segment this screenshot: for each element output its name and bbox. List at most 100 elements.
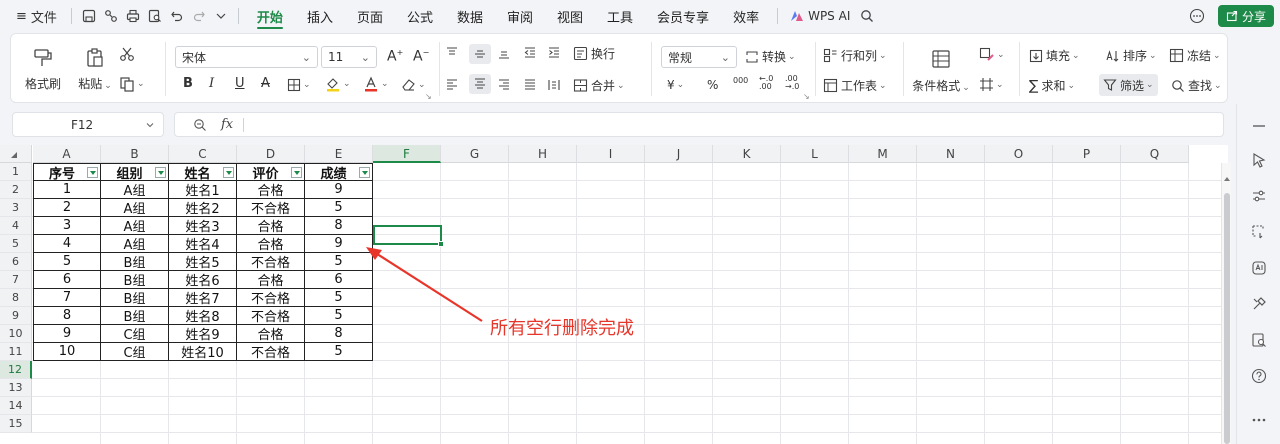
row-header-14[interactable]: 14 — [0, 397, 32, 415]
wrap-text-button[interactable]: 换行 — [573, 45, 615, 62]
table-header-cell[interactable]: 序号 — [33, 163, 101, 182]
table-cell[interactable]: B组 — [101, 271, 169, 289]
table-cell[interactable]: 姓名4 — [169, 235, 237, 253]
currency-button[interactable]: ¥ ⌄ — [667, 78, 684, 92]
spreadsheet-grid[interactable]: ABCDEFGHIJKLMNOPQ 1 2 3 4 5 6 7 8 9 10 11 12 13 14 15 … — [0, 145, 1228, 444]
align-right-button[interactable] — [497, 78, 511, 92]
name-box[interactable]: F12 — [12, 112, 164, 137]
table-cell[interactable]: B组 — [101, 307, 169, 325]
column-header-q[interactable]: Q — [1121, 145, 1189, 163]
table-cell[interactable]: 5 — [305, 343, 373, 361]
convert-button[interactable]: 转换 ⌄ — [745, 48, 796, 65]
scroll-up-icon[interactable] — [1223, 175, 1231, 183]
table-cell[interactable]: 4 — [33, 235, 101, 253]
font-dialog-launcher[interactable]: ↘ — [425, 92, 432, 101]
share-button[interactable]: 分享 — [1217, 5, 1274, 27]
filter-dropdown-icon[interactable] — [223, 167, 234, 178]
row-header-10[interactable]: 10 — [0, 325, 32, 343]
increase-font-button[interactable]: A+ — [387, 48, 403, 65]
table-cell[interactable]: 5 — [305, 199, 373, 217]
column-header-l[interactable]: L — [781, 145, 849, 163]
decrease-indent-button[interactable] — [523, 46, 537, 60]
percent-button[interactable]: % — [707, 78, 718, 92]
paste-button[interactable]: 粘贴 ⌄ — [73, 40, 117, 98]
pointer-icon[interactable] — [1247, 148, 1271, 172]
ai-assistant-icon[interactable] — [1247, 256, 1271, 280]
font-color-button[interactable]: ⌄ — [363, 76, 389, 92]
table-header-cell[interactable]: 评价 — [237, 163, 305, 182]
print-icon[interactable] — [122, 5, 144, 27]
table-cell[interactable]: 姓名3 — [169, 217, 237, 235]
column-header-c[interactable]: C — [169, 145, 237, 163]
distributed-button[interactable] — [547, 78, 561, 92]
tab-member[interactable]: 会员专享 — [645, 0, 721, 32]
merge-button[interactable]: 合并 ⌄ — [573, 77, 625, 94]
strikethrough-button[interactable]: A — [261, 76, 270, 91]
table-cell[interactable]: 不合格 — [237, 307, 305, 325]
table-cell[interactable]: 合格 — [237, 271, 305, 289]
column-header-e[interactable]: E — [305, 145, 373, 163]
column-header-f[interactable]: F — [373, 145, 441, 163]
redo-icon[interactable] — [188, 5, 210, 27]
fill-handle[interactable] — [438, 241, 444, 247]
table-cell[interactable]: 5 — [33, 253, 101, 271]
table-cell[interactable]: B组 — [101, 253, 169, 271]
underline-button[interactable]: U — [235, 76, 245, 91]
tab-review[interactable]: 审阅 — [495, 0, 545, 32]
align-center-button[interactable] — [469, 74, 491, 94]
table-cell[interactable]: 姓名9 — [169, 325, 237, 343]
row-header-11[interactable]: 11 — [0, 343, 32, 361]
table-cell[interactable]: 5 — [305, 289, 373, 307]
table-cell[interactable]: 5 — [305, 307, 373, 325]
table-cell[interactable]: C组 — [101, 343, 169, 361]
table-cell[interactable]: 姓名5 — [169, 253, 237, 271]
wps-ai-button[interactable]: WPS AI — [784, 0, 856, 32]
table-cell[interactable]: 合格 — [237, 217, 305, 235]
table-cell[interactable]: B组 — [101, 289, 169, 307]
print-preview-icon[interactable] — [144, 5, 166, 27]
table-cell[interactable]: 5 — [305, 253, 373, 271]
table-cell[interactable]: A组 — [101, 235, 169, 253]
table-cell[interactable]: 姓名7 — [169, 289, 237, 307]
worksheet-button[interactable]: 工作表 ⌄ — [823, 77, 887, 94]
share-link-icon[interactable] — [100, 5, 122, 27]
cut-button[interactable] — [119, 46, 135, 62]
table-cell[interactable]: 9 — [305, 235, 373, 253]
table-cell[interactable]: 合格 — [237, 235, 305, 253]
column-header-b[interactable]: B — [101, 145, 169, 163]
table-cell[interactable]: 合格 — [237, 181, 305, 199]
table-cell[interactable]: 姓名10 — [169, 343, 237, 361]
column-header-g[interactable]: G — [441, 145, 509, 163]
increase-indent-button[interactable] — [547, 46, 561, 60]
format-painter-button[interactable]: 格式刷 — [23, 40, 63, 98]
find-button[interactable]: 查找 ⌄ — [1171, 77, 1222, 94]
filter-button[interactable]: 筛选 ⌄ — [1099, 74, 1158, 96]
row-header-7[interactable]: 7 — [0, 271, 32, 289]
align-bottom-button[interactable] — [497, 46, 511, 60]
formula-input[interactable] — [252, 113, 1223, 136]
search-icon[interactable] — [856, 5, 878, 27]
tab-data[interactable]: 数据 — [445, 0, 495, 32]
table-header-cell[interactable]: 组别 — [101, 163, 169, 182]
select-all-corner[interactable] — [0, 145, 32, 163]
table-cell[interactable]: 不合格 — [237, 289, 305, 307]
book-search-icon[interactable] — [1247, 328, 1271, 352]
table-cell[interactable]: 6 — [305, 271, 373, 289]
table-cell[interactable]: 7 — [33, 289, 101, 307]
tab-tools[interactable]: 工具 — [595, 0, 645, 32]
table-cell[interactable]: A组 — [101, 181, 169, 199]
tab-formula[interactable]: 公式 — [395, 0, 445, 32]
tools-icon[interactable] — [1247, 292, 1271, 316]
tab-efficiency[interactable]: 效率 — [721, 0, 771, 32]
number-format-select[interactable]: 常规 ⌄ — [661, 46, 737, 68]
row-header-3[interactable]: 3 — [0, 199, 32, 217]
column-header-j[interactable]: J — [645, 145, 713, 163]
table-cell[interactable]: 姓名8 — [169, 307, 237, 325]
increase-decimal-button[interactable]: ←.0 .00 — [759, 75, 773, 91]
column-header-p[interactable]: P — [1053, 145, 1121, 163]
table-cell[interactable]: C组 — [101, 325, 169, 343]
filter-dropdown-icon[interactable] — [155, 167, 166, 178]
row-header-9[interactable]: 9 — [0, 307, 32, 325]
table-header-cell[interactable]: 成绩 — [305, 163, 373, 182]
vertical-scrollbar[interactable] — [1221, 163, 1231, 444]
